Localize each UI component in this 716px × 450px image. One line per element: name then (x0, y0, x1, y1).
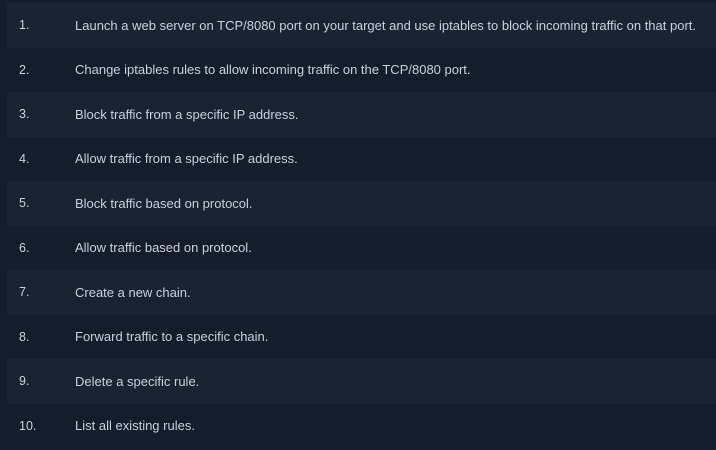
task-description: Change iptables rules to allow incoming … (75, 62, 471, 78)
task-row: 2. Change iptables rules to allow incomi… (7, 47, 716, 92)
task-description: Create a new chain. (75, 284, 191, 300)
task-description: Delete a specific rule. (75, 373, 200, 389)
task-number: 2. (19, 62, 30, 77)
task-number: 10. (19, 418, 37, 433)
task-number: 3. (19, 107, 30, 122)
task-row: 4. Allow traffic from a specific IP addr… (7, 136, 716, 181)
task-row: 5. Block traffic based on protocol. (7, 181, 716, 226)
task-number: 9. (19, 374, 30, 389)
task-row: 8. Forward traffic to a specific chain. (7, 314, 716, 359)
task-number: 1. (19, 18, 30, 33)
task-table: 1. Launch a web server on TCP/8080 port … (7, 3, 716, 448)
task-number: 6. (19, 240, 30, 255)
task-description: Block traffic based on protocol. (75, 195, 253, 211)
task-number: 8. (19, 329, 30, 344)
task-description: Forward traffic to a specific chain. (75, 329, 269, 345)
task-row: 3. Block traffic from a specific IP addr… (7, 92, 716, 137)
task-row: 1. Launch a web server on TCP/8080 port … (7, 3, 716, 48)
task-number: 7. (19, 285, 30, 300)
task-row: 10. List all existing rules. (7, 403, 716, 448)
task-description: Block traffic from a specific IP address… (75, 106, 299, 122)
task-description: List all existing rules. (75, 418, 195, 434)
task-description: Launch a web server on TCP/8080 port on … (75, 17, 696, 33)
task-row: 6. Allow traffic based on protocol. (7, 225, 716, 270)
task-description: Allow traffic based on protocol. (75, 240, 252, 256)
task-row: 9. Delete a specific rule. (7, 359, 716, 404)
task-row: 7. Create a new chain. (7, 270, 716, 315)
task-description: Allow traffic from a specific IP address… (75, 151, 298, 167)
task-number: 4. (19, 151, 30, 166)
task-number: 5. (19, 196, 30, 211)
